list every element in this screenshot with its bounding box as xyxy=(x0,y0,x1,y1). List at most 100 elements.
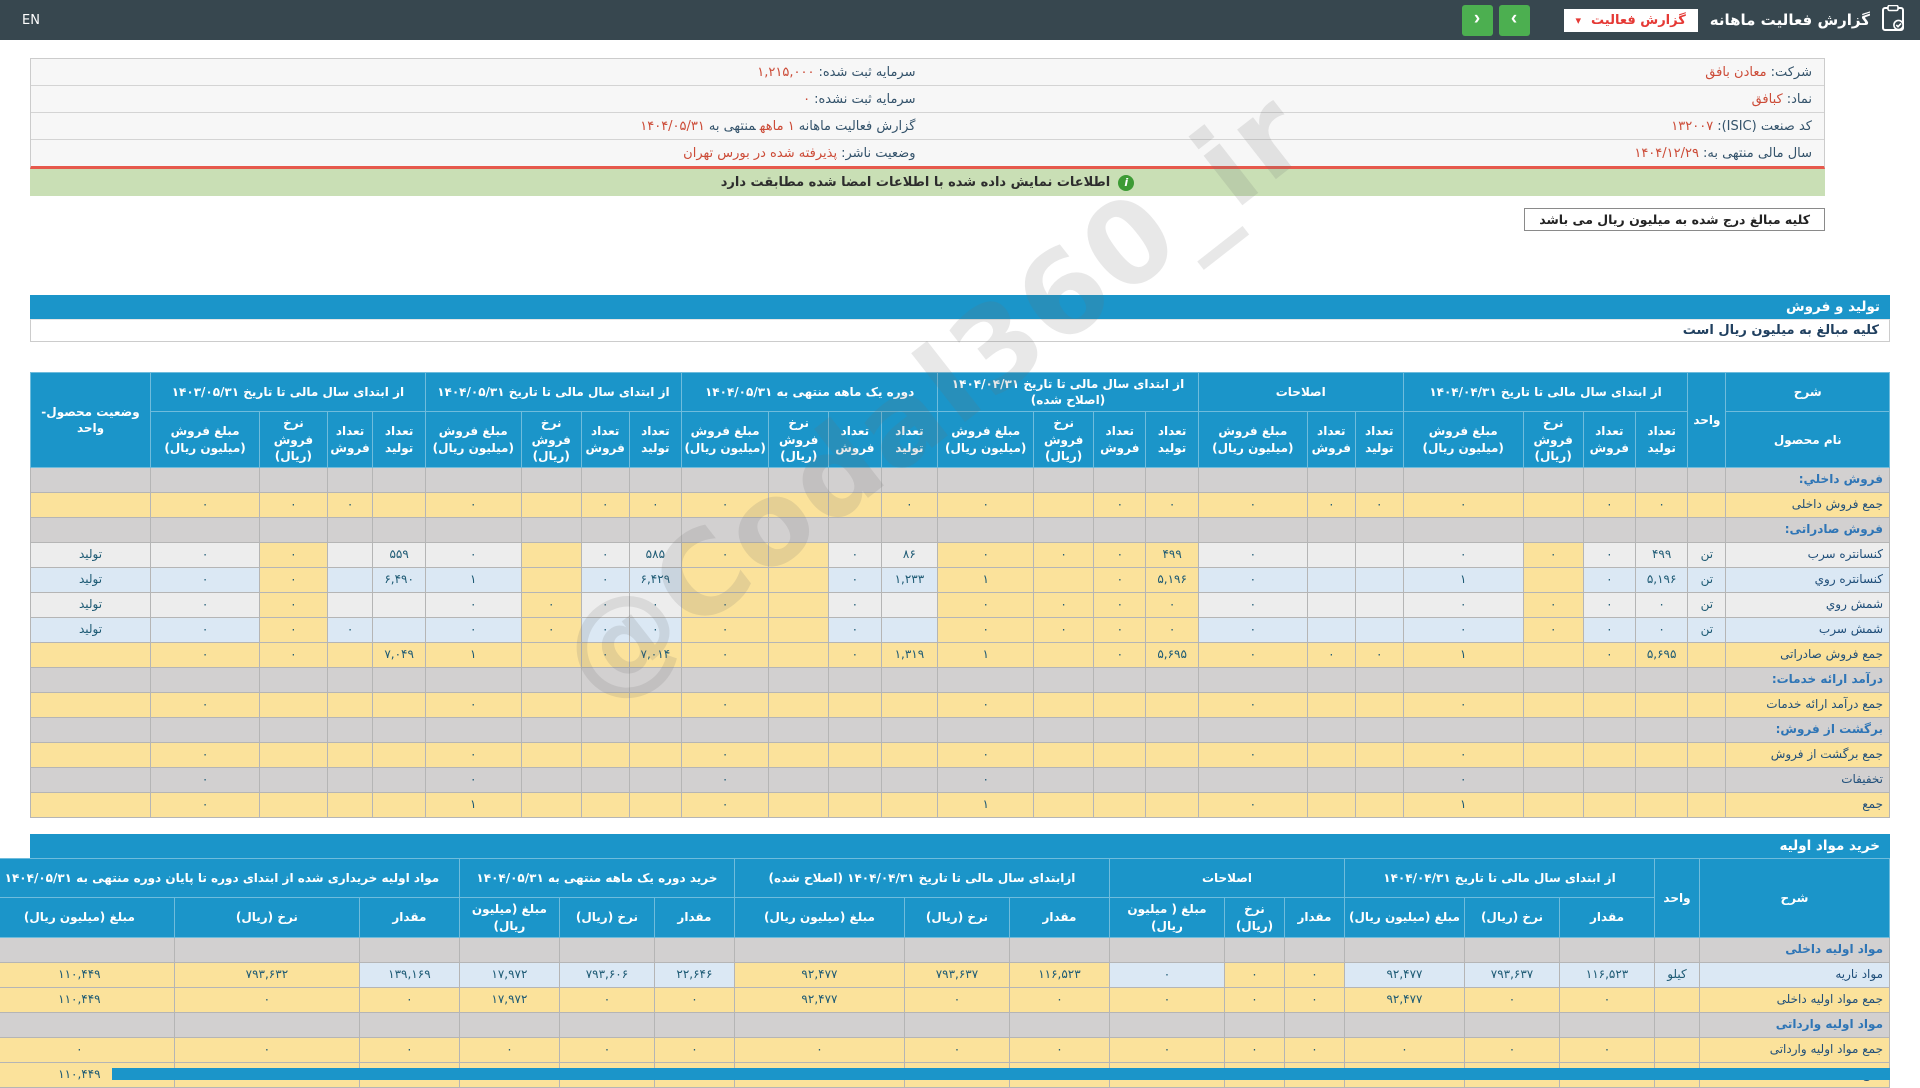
section-filler-cell xyxy=(1145,466,1199,493)
section-filler-cell xyxy=(828,716,882,743)
section-filler-cell xyxy=(520,666,582,693)
value-cell xyxy=(628,766,683,793)
col-header: مبلغ (میلیون ریال) xyxy=(0,897,175,938)
table-row: جمع فروش داخلی ۰ ۰ ۰ ۰ ۰ ۰ ۰ ۰ ۰ ۰ ۰ ۰ ۰ ۰ ۰ ۰ ۰ xyxy=(29,491,1890,518)
row-label: مواد اولیه داخلی xyxy=(1699,936,1890,963)
value-cell: ۰ xyxy=(424,541,522,568)
value-cell: ۰ xyxy=(628,616,683,643)
section-filler-cell xyxy=(1464,1011,1560,1038)
value-cell xyxy=(1033,741,1095,768)
value-cell: ۰ xyxy=(520,591,582,618)
section-filler-cell xyxy=(326,666,374,693)
info-row: شرکت:معادن بافق سرمایه ثبت شده:۱,۲۱۵,۰۰۰ xyxy=(31,59,1824,86)
value-cell xyxy=(768,616,830,643)
page-title: گزارش فعالیت ماهانه xyxy=(1709,11,1870,29)
value-cell: ۰ xyxy=(1093,591,1147,618)
value-cell: ۰ xyxy=(937,766,1035,793)
value-cell: ۰ xyxy=(424,591,522,618)
col-header: نرخ (ریال) xyxy=(1464,897,1560,938)
value-cell: ۸۶ xyxy=(880,541,939,568)
value-cell xyxy=(1093,741,1147,768)
value-cell: ۰ xyxy=(1033,591,1095,618)
value-cell xyxy=(1522,741,1584,768)
col-header: نرخ فروش (ریال) xyxy=(768,411,830,468)
section-filler-cell xyxy=(358,936,460,963)
section-filler-cell xyxy=(1145,666,1199,693)
value-cell: ۰ xyxy=(681,766,770,793)
value-cell xyxy=(259,691,328,718)
unit-cell xyxy=(1654,1036,1700,1063)
value-cell xyxy=(768,766,830,793)
value-cell xyxy=(520,791,582,818)
col-header: تعداد فروش xyxy=(326,411,374,468)
value-cell xyxy=(1033,691,1095,718)
table-row: فروش داخلي: xyxy=(29,466,1890,493)
value-cell: ۰ xyxy=(1197,541,1308,568)
section-filler-cell xyxy=(937,666,1035,693)
value-cell: ۰ xyxy=(173,1036,360,1063)
value-cell: ۰ xyxy=(1522,616,1584,643)
section-filler-cell xyxy=(768,666,830,693)
next-report-button[interactable]: › xyxy=(1498,4,1530,36)
value-cell: ۰ xyxy=(937,691,1035,718)
amounts-unit-button[interactable]: کلیه مبالغ درج شده به میلیون ریال می باش… xyxy=(1524,208,1825,231)
value-cell: ۰ xyxy=(1197,566,1308,593)
row-label: جمع مواد اولیه وارداتی xyxy=(1699,1036,1890,1063)
section-filler-cell xyxy=(358,1011,460,1038)
value-cell: ۰ xyxy=(1033,541,1095,568)
section-filler-cell xyxy=(458,1011,560,1038)
value-cell xyxy=(372,791,426,818)
unit-cell xyxy=(1687,741,1727,768)
value-cell: ۰ xyxy=(150,641,261,668)
value-cell: ۰ xyxy=(1197,691,1308,718)
section-filler-cell xyxy=(29,466,152,493)
row-label: تخفیفات xyxy=(1725,766,1890,793)
table-row: جمع مواد اولیه وارداتی۰۰۰۰۰۰۰۰۰۰۰۰۰۰۰۰۰۰ xyxy=(0,1036,1890,1063)
section-filler-cell xyxy=(1197,466,1308,493)
table-row: فروش صادراتی: xyxy=(29,516,1890,543)
section-filler-cell xyxy=(1108,1011,1225,1038)
value-cell xyxy=(880,616,939,643)
section-filler-cell xyxy=(1634,666,1689,693)
value-cell: ۰ xyxy=(1402,766,1524,793)
value-cell: ۰ xyxy=(424,616,522,643)
section-filler-cell xyxy=(1354,466,1404,493)
value-cell xyxy=(1093,691,1147,718)
value-cell xyxy=(1033,641,1095,668)
section-filler-cell xyxy=(1145,516,1199,543)
value-cell: ۰ xyxy=(150,741,261,768)
section-filler-cell xyxy=(1145,716,1199,743)
section-filler-cell xyxy=(681,666,770,693)
value-cell xyxy=(580,691,630,718)
col-header: نرخ فروش (ریال) xyxy=(1522,411,1584,468)
section-filler-cell xyxy=(1522,466,1584,493)
value-cell: ۰ xyxy=(1522,591,1584,618)
col-header: تعداد تولید xyxy=(1354,411,1404,468)
value-cell: ۱۷,۹۷۲ xyxy=(458,986,560,1013)
report-type-dropdown[interactable]: گزارش فعالیت ▾ xyxy=(1563,8,1698,32)
value-cell: ۰ xyxy=(937,591,1035,618)
value-cell: ۰ xyxy=(580,541,630,568)
value-cell: ۵,۶۹۵ xyxy=(1634,641,1689,668)
value-cell xyxy=(1145,791,1199,818)
value-cell: ۰ xyxy=(1522,541,1584,568)
value-cell: ۰ xyxy=(424,741,522,768)
desc-header: شرح xyxy=(1699,857,1890,938)
status-cell: تولید xyxy=(29,541,152,568)
language-toggle[interactable]: EN xyxy=(22,0,40,40)
section-filler-cell xyxy=(880,716,939,743)
value-cell: ۱۱۰,۴۴۹ xyxy=(0,986,175,1013)
value-cell: ۵,۱۹۶ xyxy=(1145,566,1199,593)
col-header: تعداد تولید xyxy=(372,411,426,468)
row-label: شمش روي xyxy=(1725,591,1890,618)
value-cell: ۰ xyxy=(259,641,328,668)
value-cell: ۰ xyxy=(150,566,261,593)
table-row: جمع برگشت از فروش ۰ ۰ ۰ ۰ ۰ ۰ xyxy=(29,741,1890,768)
unit-cell xyxy=(1687,791,1727,818)
value-cell: ۰ xyxy=(681,791,770,818)
value-cell: ۰ xyxy=(358,1036,460,1063)
value-cell: ۰ xyxy=(1354,641,1404,668)
value-cell: ۰ xyxy=(681,641,770,668)
previous-report-button[interactable]: ‹ xyxy=(1461,4,1493,36)
value-cell: ۰ xyxy=(1108,1036,1225,1063)
